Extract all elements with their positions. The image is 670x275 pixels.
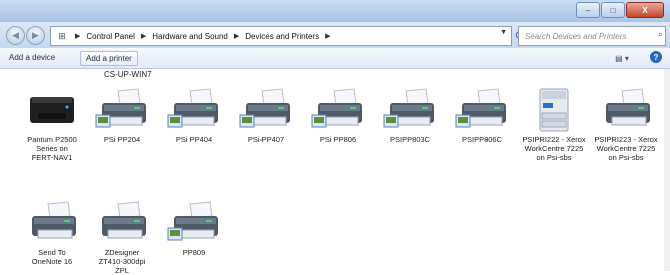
search-icon[interactable]: ⌕ xyxy=(658,29,663,40)
breadcrumb-hardware-and-sound[interactable]: Hardware and Sound xyxy=(152,32,228,41)
device-label: PP809 xyxy=(182,248,206,257)
device-label: PSIPRI223 - Xerox WorkCentre 7225 on Psi… xyxy=(594,135,658,162)
printer-icon xyxy=(166,87,222,133)
close-button[interactable]: X xyxy=(626,2,664,18)
search-box[interactable]: Search Devices and Printers ⌕ xyxy=(518,26,666,46)
device-item[interactable]: PSIPP803C xyxy=(374,87,446,144)
device-label: Pantum P2500 Series on FERT-NAV1 xyxy=(27,135,77,162)
chevron-right-icon[interactable]: ▶ xyxy=(234,32,239,40)
device-item[interactable]: PP809 xyxy=(158,200,230,257)
forward-arrow-icon: ▶ xyxy=(32,30,39,40)
devices-pane: CS-UP-WIN7 Pantum P2500 Series on FERT-N… xyxy=(0,69,670,275)
printer-icon xyxy=(166,200,222,246)
copier-icon xyxy=(526,87,582,133)
chevron-right-icon[interactable]: ▶ xyxy=(75,32,80,40)
device-item[interactable]: PSIPRI222 - Xerox WorkCentre 7225 on Psi… xyxy=(518,87,590,162)
search-input[interactable]: Search Devices and Printers xyxy=(525,32,626,41)
command-bar: Add a device Add a printer ▤ ▾ ? xyxy=(0,48,670,69)
help-icon[interactable]: ? xyxy=(650,51,662,63)
device-item[interactable]: Pantum P2500 Series on FERT-NAV1 xyxy=(16,87,88,162)
add-printer-button[interactable]: Add a printer xyxy=(80,51,138,66)
device-item[interactable]: PSi PP806 xyxy=(302,87,374,144)
forward-button[interactable]: ▶ xyxy=(26,26,45,45)
view-options-icon[interactable]: ▤ ▾ xyxy=(613,52,631,64)
printer-icon xyxy=(382,87,438,133)
device-label: PSIPP806C xyxy=(461,135,503,144)
device-item[interactable]: PSi PP407 xyxy=(230,87,302,144)
printer-icon xyxy=(598,87,654,133)
printer-icon xyxy=(454,87,510,133)
control-panel-icon: ⊞ xyxy=(58,30,66,41)
device-label: PSi PP407 xyxy=(247,135,285,144)
add-device-button[interactable]: Add a device xyxy=(4,51,60,64)
printer-icon xyxy=(94,200,150,246)
printer-icon xyxy=(94,87,150,133)
device-label: Send To OneNote 16 xyxy=(31,248,73,266)
maximize-button[interactable]: □ xyxy=(601,2,625,18)
printer-icon xyxy=(310,87,366,133)
device-item[interactable]: PSi PP204 xyxy=(86,87,158,144)
device-label: PSIPP803C xyxy=(389,135,431,144)
printer-icon xyxy=(24,200,80,246)
breadcrumb-devices-and-printers[interactable]: Devices and Printers xyxy=(245,32,319,41)
vertical-scrollbar[interactable] xyxy=(664,69,670,271)
device-item[interactable]: PSIPP806C xyxy=(446,87,518,144)
device-item[interactable]: Send To OneNote 16 xyxy=(16,200,88,266)
device-item[interactable]: ZDesigner ZT410-300dpi ZPL xyxy=(86,200,158,275)
address-bar[interactable]: ⊞ ▶ Control Panel ▶ Hardware and Sound ▶… xyxy=(50,26,512,46)
device-item[interactable]: PSi PP404 xyxy=(158,87,230,144)
device-label: PSi PP806 xyxy=(319,135,357,144)
chevron-right-icon[interactable]: ▶ xyxy=(325,32,330,40)
device-label: PSIPRI222 - Xerox WorkCentre 7225 on Psi… xyxy=(522,135,586,162)
chevron-right-icon[interactable]: ▶ xyxy=(141,32,146,40)
device-label: PSi PP404 xyxy=(175,135,213,144)
title-bar: – □ X xyxy=(0,0,670,22)
minimize-button[interactable]: – xyxy=(576,2,600,18)
address-row: ◀ ▶ ⊞ ▶ Control Panel ▶ Hardware and Sou… xyxy=(0,22,670,48)
breadcrumb-control-panel[interactable]: Control Panel xyxy=(86,32,134,41)
window-controls: – □ X xyxy=(575,2,664,18)
device-item[interactable]: PSIPRI223 - Xerox WorkCentre 7225 on Psi… xyxy=(590,87,662,162)
partial-device-label: CS-UP-WIN7 xyxy=(104,70,152,79)
address-dropdown-icon[interactable]: ▼ xyxy=(500,29,507,36)
device-label: PSi PP204 xyxy=(103,135,141,144)
printer-icon xyxy=(24,87,80,133)
back-arrow-icon: ◀ xyxy=(12,30,19,40)
printer-icon xyxy=(238,87,294,133)
back-button[interactable]: ◀ xyxy=(6,26,25,45)
